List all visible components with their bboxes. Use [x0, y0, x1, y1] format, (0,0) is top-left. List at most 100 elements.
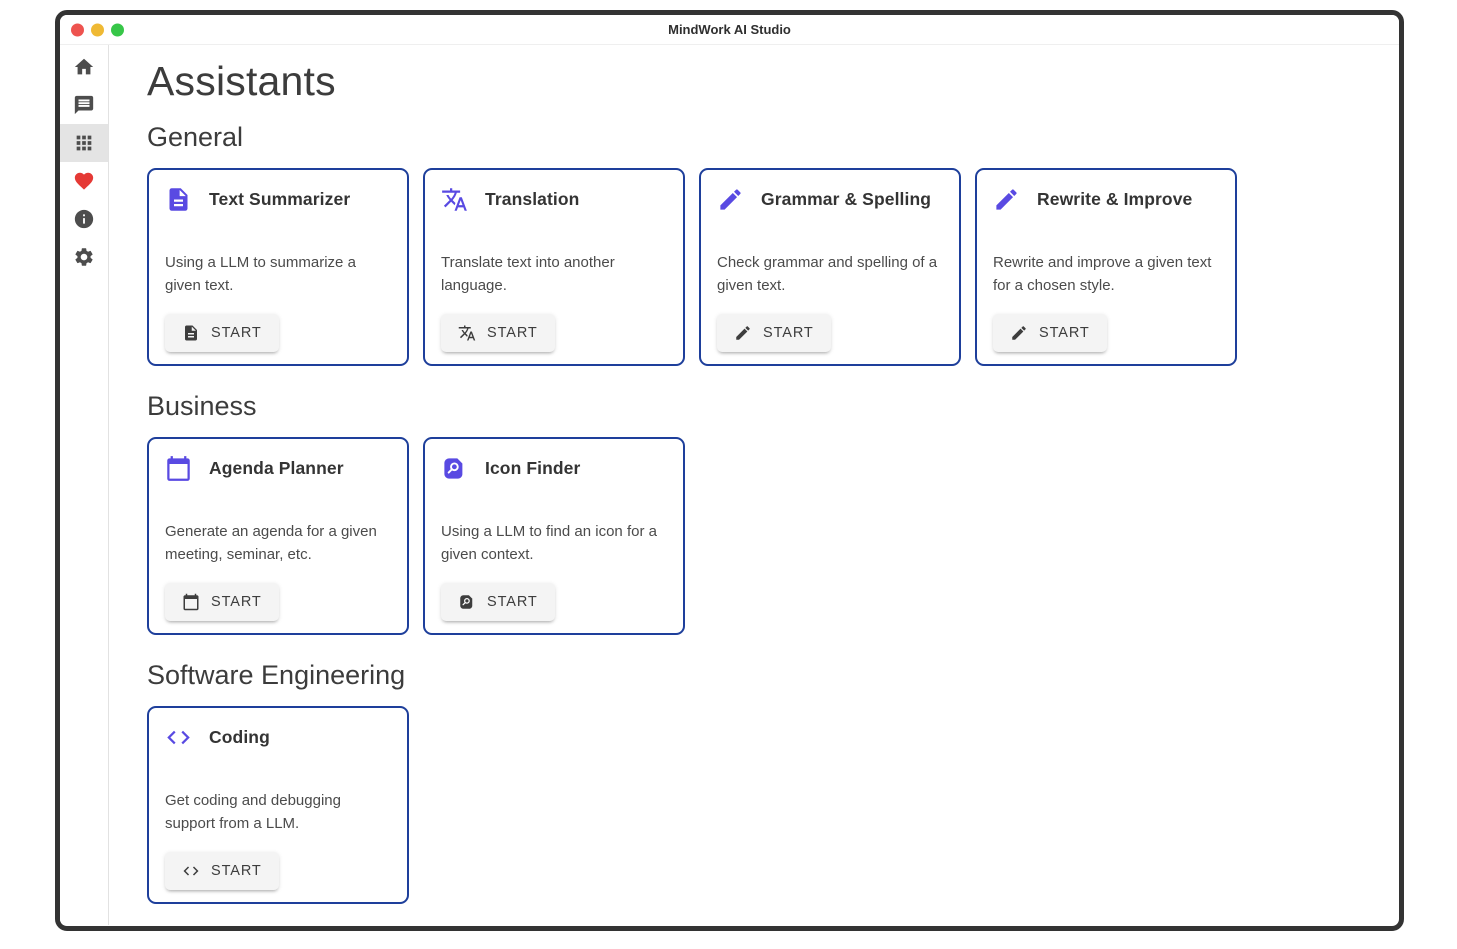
card-header: Coding: [165, 724, 391, 751]
calendar-icon: [182, 593, 200, 611]
zoom-window-button[interactable]: [111, 23, 124, 36]
edit-icon: [993, 186, 1020, 213]
document-icon: [165, 186, 192, 213]
card-title: Rewrite & Improve: [1037, 189, 1192, 210]
start-button[interactable]: START: [165, 314, 279, 352]
edit-icon: [993, 186, 1020, 213]
window-title: MindWork AI Studio: [668, 22, 791, 37]
main-content: Assistants General Text Summarizer Using…: [109, 45, 1399, 925]
assistant-card: Icon Finder Using a LLM to find an icon …: [423, 437, 685, 635]
assistant-section: Business Agenda Planner Generate an agen…: [147, 390, 1361, 635]
find-icon: [458, 593, 476, 611]
calendar-icon: [182, 593, 200, 611]
translate-icon: [458, 324, 476, 342]
sidebar-item-home[interactable]: [60, 48, 108, 86]
sidebar-item-assistants[interactable]: [60, 124, 108, 162]
edit-icon: [717, 186, 744, 213]
section-title: Business: [147, 390, 1361, 423]
assistant-card: Agenda Planner Generate an agenda for a …: [147, 437, 409, 635]
edit-icon: [1010, 324, 1028, 342]
assistant-card: Translation Translate text into another …: [423, 168, 685, 366]
gear-icon: [73, 246, 95, 268]
assistant-card: Grammar & Spelling Check grammar and spe…: [699, 168, 961, 366]
code-icon: [182, 862, 200, 880]
assistant-card: Rewrite & Improve Rewrite and improve a …: [975, 168, 1237, 366]
card-description: Get coding and debugging support from a …: [165, 789, 391, 835]
start-button-label: START: [487, 325, 538, 341]
card-row: Agenda Planner Generate an agenda for a …: [147, 437, 1361, 635]
apps-icon: [73, 132, 95, 154]
card-title: Translation: [485, 189, 579, 210]
card-title: Text Summarizer: [209, 189, 350, 210]
assistant-section: General Text Summarizer Using a LLM to s…: [147, 121, 1361, 366]
page-title: Assistants: [147, 57, 1361, 105]
heart-icon: [73, 170, 95, 192]
sidebar-item-favorites[interactable]: [60, 162, 108, 200]
card-header: Grammar & Spelling: [717, 186, 943, 213]
chat-icon: [73, 94, 95, 116]
translate-icon: [441, 186, 468, 213]
card-description: Rewrite and improve a given text for a c…: [993, 251, 1219, 297]
window-body: Assistants General Text Summarizer Using…: [60, 45, 1399, 925]
card-description: Generate an agenda for a given meeting, …: [165, 520, 391, 566]
sidebar-item-about[interactable]: [60, 200, 108, 238]
card-description: Translate text into another language.: [441, 251, 667, 297]
start-button-label: START: [1039, 325, 1090, 341]
card-header: Agenda Planner: [165, 455, 391, 482]
sidebar-item-chat[interactable]: [60, 86, 108, 124]
start-button[interactable]: START: [993, 314, 1107, 352]
start-button[interactable]: START: [165, 852, 279, 890]
document-icon: [165, 186, 192, 213]
card-header: Text Summarizer: [165, 186, 391, 213]
card-title: Agenda Planner: [209, 458, 344, 479]
close-window-button[interactable]: [71, 23, 84, 36]
code-icon: [165, 724, 192, 751]
section-title: Software Engineering: [147, 659, 1361, 692]
start-button[interactable]: START: [441, 583, 555, 621]
card-row: Text Summarizer Using a LLM to summarize…: [147, 168, 1361, 366]
app-window: MindWork AI Studio Assistants General Te…: [55, 10, 1404, 931]
card-description: Check grammar and spelling of a given te…: [717, 251, 943, 297]
start-button-label: START: [211, 325, 262, 341]
chat-icon: [73, 94, 95, 116]
find-icon: [441, 455, 468, 482]
card-title: Grammar & Spelling: [761, 189, 931, 210]
start-button-label: START: [763, 325, 814, 341]
card-title: Icon Finder: [485, 458, 580, 479]
calendar-icon: [165, 455, 192, 482]
start-button[interactable]: START: [717, 314, 831, 352]
edit-icon: [1010, 324, 1028, 342]
card-description: Using a LLM to find an icon for a given …: [441, 520, 667, 566]
document-icon: [182, 324, 200, 342]
start-button[interactable]: START: [441, 314, 555, 352]
translate-icon: [441, 186, 468, 213]
code-icon: [182, 862, 200, 880]
home-icon: [73, 56, 95, 78]
start-button-label: START: [211, 594, 262, 610]
info-icon: [73, 208, 95, 230]
gear-icon: [73, 246, 95, 268]
sidebar-item-settings[interactable]: [60, 238, 108, 276]
document-icon: [182, 324, 200, 342]
card-description: Using a LLM to summarize a given text.: [165, 251, 391, 297]
start-button-label: START: [487, 594, 538, 610]
minimize-window-button[interactable]: [91, 23, 104, 36]
start-button-label: START: [211, 863, 262, 879]
sections-container: General Text Summarizer Using a LLM to s…: [147, 121, 1361, 904]
card-header: Translation: [441, 186, 667, 213]
card-row: Coding Get coding and debugging support …: [147, 706, 1361, 904]
find-icon: [458, 593, 476, 611]
find-icon: [441, 455, 468, 482]
home-icon: [73, 56, 95, 78]
card-header: Icon Finder: [441, 455, 667, 482]
section-title: General: [147, 121, 1361, 154]
apps-icon: [73, 132, 95, 154]
heart-icon: [73, 170, 95, 192]
start-button[interactable]: START: [165, 583, 279, 621]
calendar-icon: [165, 455, 192, 482]
titlebar: MindWork AI Studio: [60, 15, 1399, 45]
edit-icon: [734, 324, 752, 342]
sidebar: [60, 45, 109, 925]
code-icon: [165, 724, 192, 751]
edit-icon: [717, 186, 744, 213]
